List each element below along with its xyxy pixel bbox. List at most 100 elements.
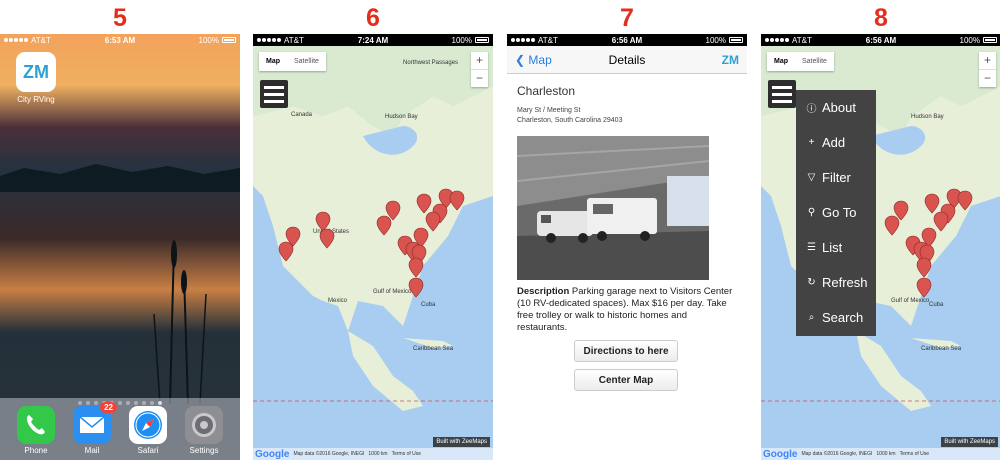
zoom-out-button[interactable]: − [979,69,996,87]
menu-item-go-to[interactable]: ⚲ Go To [796,195,876,230]
directions-button[interactable]: Directions to here [574,340,678,362]
signal-icon [765,38,789,42]
terms-link[interactable]: Terms of Use [900,451,929,457]
zoom-control: + − [471,52,488,87]
city-rving-app-icon[interactable]: ZM [16,52,56,92]
mail-app-icon[interactable]: 22 [73,402,117,444]
details-content: Charleston Mary St / Meeting St Charlest… [507,74,747,460]
signal-icon [257,38,281,42]
map-pin[interactable] [408,257,424,278]
map-pin[interactable] [884,215,900,236]
menu-button[interactable] [768,80,796,108]
google-logo[interactable]: Google [255,449,289,460]
map-scale: 1000 km [368,451,388,457]
address-line: Charleston, South Carolina 29403 [517,117,623,124]
place-address: Mary St / Meeting St Charleston, South C… [517,106,737,126]
menu-button[interactable] [260,80,288,108]
info-icon: ⓘ [806,104,817,115]
carrier-label: AT&T [792,35,812,45]
dock-label: Settings [189,446,219,455]
built-with-zeemaps[interactable]: Built with ZeeMaps [941,437,998,447]
terms-link[interactable]: Terms of Use [392,451,421,457]
battery-percent: 100% [198,35,219,45]
panel-details: 7 AT&T 6:56 AM 100% ❮ Map Details ZM Cha… [507,0,747,460]
battery-icon [982,37,997,43]
map-type-map-button[interactable]: Map [767,52,795,71]
settings-app-icon[interactable] [185,406,223,444]
map-pin[interactable] [416,193,432,214]
battery-percent: 100% [959,35,980,45]
zoom-out-button[interactable]: − [471,69,488,87]
place-description: Description Parking garage next to Visit… [517,286,737,334]
map-pin[interactable] [315,211,331,232]
mail-badge: 22 [100,402,117,413]
clock: 7:24 AM [357,35,389,45]
status-bar: AT&T 6:56 AM 100% [761,34,1000,46]
dock: Phone 22 Mail Safari Settings [0,398,240,460]
panel-home-screen: 5 AT&T 6:53 AM 100% ZM City RVing Phone … [0,0,240,460]
menu-item-label: Add [822,135,846,150]
carrier-label: AT&T [538,35,558,45]
map-footer: Google Map data ©2016 Google, INEGI 1000… [253,448,493,460]
menu-item-search[interactable]: ⌕ Search [796,300,876,335]
map-pin[interactable] [449,190,465,211]
map-type-control: Map Satellite [259,52,326,71]
gear-icon [192,413,216,437]
phone-app-icon[interactable] [17,406,55,444]
map-pin[interactable] [916,277,932,298]
carrier-label: AT&T [284,35,304,45]
map-canvas[interactable]: Canada Hudson Bay Northwest Passages Uni… [253,46,493,460]
step-number: 6 [366,4,380,32]
safari-icon [134,411,162,439]
menu-item-list[interactable]: ☰ List [796,230,876,265]
map-pin[interactable] [278,241,294,262]
list-icon: ☰ [807,242,816,253]
center-map-button[interactable]: Center Map [574,369,678,391]
location-icon: ⚲ [807,207,816,218]
map-pins [278,188,465,298]
map-pin[interactable] [376,215,392,236]
map-canvas[interactable]: Hudson Bay Gulf of Mexico Cuba Caribbean… [761,46,1000,460]
map-type-satellite-button[interactable]: Satellite [795,52,834,71]
google-logo[interactable]: Google [763,449,797,460]
zm-logo: ZM [721,53,739,67]
built-with-zeemaps[interactable]: Built with ZeeMaps [433,437,490,447]
map-type-satellite-button[interactable]: Satellite [287,52,326,71]
wallpaper-reeds [153,240,207,404]
refresh-icon: ↻ [807,277,816,288]
map-type-map-button[interactable]: Map [259,52,287,71]
map-pin[interactable] [957,190,973,211]
search-icon: ⌕ [808,312,815,323]
dock-label: Mail [84,446,100,455]
menu-item-add[interactable]: + Add [796,125,876,160]
zoom-in-button[interactable]: + [471,52,488,69]
map-attribution: Map data ©2016 Google, INEGI [293,451,365,457]
map-pin[interactable] [916,257,932,278]
menu-item-label: Filter [822,170,851,185]
menu-item-filter[interactable]: ▽ Filter [796,160,876,195]
map-pin[interactable] [408,277,424,298]
menu-item-label: Go To [822,205,857,220]
zoom-in-button[interactable]: + [979,52,996,69]
battery-percent: 100% [705,35,726,45]
phone-screen: AT&T 6:56 AM 100% ❮ Map Details ZM Charl… [507,34,747,460]
step-number: 8 [874,4,888,32]
map-pin[interactable] [319,228,335,249]
clock: 6:53 AM [104,35,136,45]
menu-item-about[interactable]: ⓘ About [796,90,876,125]
status-bar: AT&T 6:56 AM 100% [507,34,747,46]
safari-app-icon[interactable] [129,406,167,444]
panel-menu: 8 AT&T 6:56 AM 100% Hudson Bay Gulf of M… [761,0,1000,460]
step-number: 5 [113,4,127,32]
plus-icon: + [808,137,815,148]
map-attribution: Map data ©2016 Google, INEGI [801,451,873,457]
map-pin[interactable] [924,193,940,214]
menu-item-label: About [822,100,856,115]
hamburger-icon [264,85,284,89]
map-pin[interactable] [933,211,949,232]
map-pin[interactable] [425,211,441,232]
menu-item-refresh[interactable]: ↻ Refresh [796,265,876,300]
filter-icon: ▽ [807,172,816,183]
map-type-control: Map Satellite [767,52,834,71]
menu-item-label: List [822,240,843,255]
